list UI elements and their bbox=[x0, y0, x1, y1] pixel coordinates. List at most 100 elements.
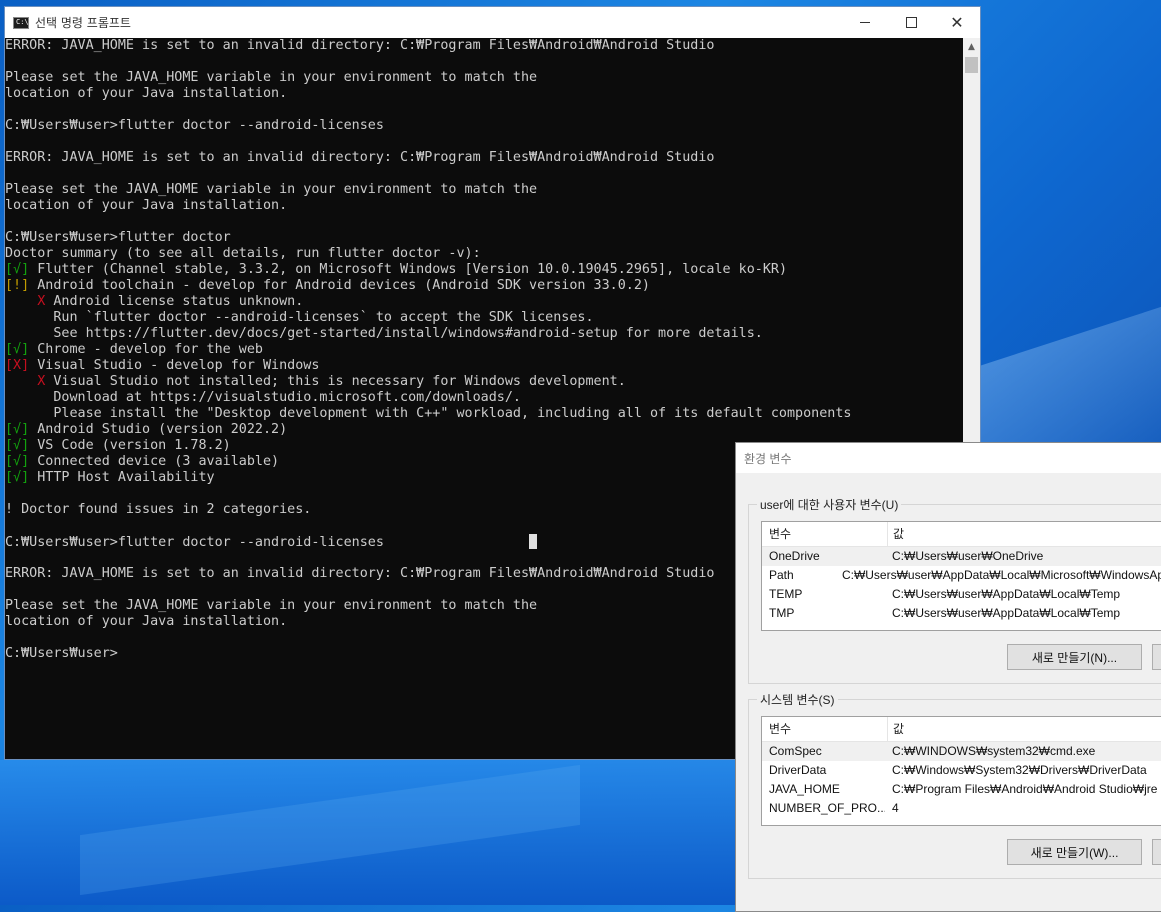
system-variables-list[interactable]: 변수 값 ComSpec C:₩WINDOWS₩system32₩cmd.exe D… bbox=[761, 716, 1161, 826]
console-text: C:₩Users₩user> bbox=[5, 646, 118, 661]
column-header-value[interactable]: 값 bbox=[888, 717, 904, 741]
console-text: Flutter (Channel stable, 3.3.2, on Micro… bbox=[29, 262, 788, 277]
column-header-name[interactable]: 변수 bbox=[762, 522, 888, 546]
console-text: location of your Java installation. bbox=[5, 614, 288, 629]
console-text: Android toolchain - develop for Android … bbox=[29, 278, 650, 293]
minimize-button[interactable] bbox=[842, 7, 888, 38]
maximize-button[interactable] bbox=[888, 7, 934, 38]
console-line: [!] Android toolchain - develop for Andr… bbox=[5, 278, 963, 294]
variable-value: C:₩Windows₩System32₩Drivers₩DriverData bbox=[892, 763, 1147, 777]
console-text: [X] bbox=[5, 358, 30, 373]
variable-value: C:₩Users₩user₩AppData₩Local₩Temp bbox=[892, 606, 1121, 620]
console-text: HTTP Host Availability bbox=[29, 470, 215, 485]
scroll-up-arrow-icon[interactable]: ▲ bbox=[963, 38, 980, 55]
variable-value: C:₩Users₩user₩OneDrive bbox=[892, 549, 1044, 563]
system-new-button[interactable]: 새로 만들기(W)... bbox=[1007, 839, 1142, 865]
list-header: 변수 값 bbox=[762, 522, 1161, 547]
close-button[interactable]: ✕ bbox=[934, 7, 980, 38]
console-text: [√] bbox=[5, 454, 30, 469]
console-line: Download at https://visualstudio.microso… bbox=[5, 390, 963, 406]
console-line: Doctor summary (to see all details, run … bbox=[5, 246, 963, 262]
console-text: Chrome - develop for the web bbox=[29, 342, 263, 357]
console-text: Download at https://visualstudio.microso… bbox=[5, 390, 521, 405]
console-line: Please set the JAVA_HOME variable in you… bbox=[5, 70, 963, 86]
console-line: ERROR: JAVA_HOME is set to an invalid di… bbox=[5, 150, 963, 166]
column-header-value[interactable]: 값 bbox=[888, 522, 904, 546]
console-line: [√] Flutter (Channel stable, 3.3.2, on M… bbox=[5, 262, 963, 278]
console-text: Visual Studio - develop for Windows bbox=[29, 358, 320, 373]
console-line: Please install the "Desktop development … bbox=[5, 406, 963, 422]
variable-name: NUMBER_OF_PRO... bbox=[769, 801, 885, 815]
variable-row[interactable]: DriverData C:₩Windows₩System32₩Drivers₩Dr… bbox=[762, 761, 1161, 780]
console-line: See https://flutter.dev/docs/get-started… bbox=[5, 326, 963, 342]
cmd-app-icon-glyph: C:\ bbox=[16, 17, 29, 26]
user-edit-button[interactable] bbox=[1152, 644, 1161, 670]
variable-row[interactable]: JAVA_HOME C:₩Program Files₩Android₩Androi… bbox=[762, 780, 1161, 799]
console-text: [!] bbox=[5, 278, 30, 293]
console-text: ! Doctor found issues in 2 categories. bbox=[5, 502, 312, 517]
variable-row[interactable]: TEMP C:₩Users₩user₩AppData₩Local₩Temp bbox=[762, 585, 1161, 604]
scroll-thumb[interactable] bbox=[965, 57, 978, 73]
variable-value: 4 bbox=[892, 801, 899, 815]
env-dialog-titlebar[interactable]: 환경 변수 bbox=[736, 443, 1161, 473]
env-dialog-title: 환경 변수 bbox=[744, 451, 792, 466]
console-text: [√] bbox=[5, 438, 30, 453]
console-text: C:₩Users₩user>flutter doctor --android-l… bbox=[5, 535, 384, 550]
console-line: C:₩Users₩user>flutter doctor --android-l… bbox=[5, 118, 963, 134]
console-text: Android license status unknown. bbox=[45, 294, 304, 309]
console-line: [X] Visual Studio - develop for Windows bbox=[5, 358, 963, 374]
console-line: X Android license status unknown. bbox=[5, 294, 963, 310]
variable-value: C:₩WINDOWS₩system32₩cmd.exe bbox=[892, 744, 1096, 758]
variable-name: DriverData bbox=[769, 763, 827, 777]
user-new-button[interactable]: 새로 만들기(N)... bbox=[1007, 644, 1142, 670]
column-header-name[interactable]: 변수 bbox=[762, 717, 888, 741]
variable-name: TEMP bbox=[769, 587, 803, 601]
window-controls: ✕ bbox=[842, 7, 980, 38]
variable-row[interactable]: Path C:₩Users₩user₩AppData₩Local₩Microsof… bbox=[762, 566, 1161, 585]
close-icon: ✕ bbox=[950, 13, 964, 32]
system-edit-button[interactable] bbox=[1152, 839, 1161, 865]
console-text: Visual Studio not installed; this is nec… bbox=[45, 374, 626, 389]
console-text: ERROR: JAVA_HOME is set to an invalid di… bbox=[5, 38, 715, 53]
console-text: location of your Java installation. bbox=[5, 198, 288, 213]
variable-row[interactable]: NUMBER_OF_PRO... 4 bbox=[762, 799, 1161, 818]
console-text: [√] bbox=[5, 422, 30, 437]
variable-name: ComSpec bbox=[769, 744, 822, 758]
console-text: See https://flutter.dev/docs/get-started… bbox=[5, 326, 763, 341]
variable-row[interactable]: TMP C:₩Users₩user₩AppData₩Local₩Temp bbox=[762, 604, 1161, 623]
variable-value: C:₩Users₩user₩AppData₩Local₩Temp bbox=[892, 587, 1121, 601]
variable-row[interactable]: OneDrive C:₩Users₩user₩OneDrive bbox=[762, 547, 1161, 566]
console-text: Please install the "Desktop development … bbox=[5, 406, 852, 421]
console-line: ERROR: JAVA_HOME is set to an invalid di… bbox=[5, 38, 963, 54]
console-text: ERROR: JAVA_HOME is set to an invalid di… bbox=[5, 566, 715, 581]
variable-row[interactable]: ComSpec C:₩WINDOWS₩system32₩cmd.exe bbox=[762, 742, 1161, 761]
console-text: Android Studio (version 2022.2) bbox=[29, 422, 288, 437]
console-text: ERROR: JAVA_HOME is set to an invalid di… bbox=[5, 150, 715, 165]
console-line: X Visual Studio not installed; this is n… bbox=[5, 374, 963, 390]
console-text: Run `flutter doctor --android-licenses` … bbox=[5, 310, 594, 325]
console-text: C:₩Users₩user>flutter doctor --android-l… bbox=[5, 118, 384, 133]
variable-name: TMP bbox=[769, 606, 795, 620]
user-variables-label: user에 대한 사용자 변수(U) bbox=[757, 496, 902, 513]
cmd-app-icon[interactable]: C:\ bbox=[13, 16, 29, 29]
console-line: C:₩Users₩user>flutter doctor bbox=[5, 230, 963, 246]
cmd-titlebar[interactable]: C:\ 선택 명령 프롬프트 ✕ bbox=[5, 7, 980, 38]
variable-value: C:₩Users₩user₩AppData₩Local₩Microsoft₩Wi… bbox=[841, 568, 1161, 582]
cmd-window-title: 선택 명령 프롬프트 bbox=[35, 16, 131, 30]
console-text: Please set the JAVA_HOME variable in you… bbox=[5, 598, 538, 613]
env-variables-dialog[interactable]: 환경 변수 user에 대한 사용자 변수(U) 변수 값 OneDrive C:… bbox=[735, 442, 1161, 912]
console-text: [√] bbox=[5, 470, 30, 485]
console-text: Doctor summary (to see all details, run … bbox=[5, 246, 481, 261]
console-text: Please set the JAVA_HOME variable in you… bbox=[5, 182, 538, 197]
variable-name: JAVA_HOME bbox=[769, 782, 840, 796]
user-variables-list[interactable]: 변수 값 OneDrive C:₩Users₩user₩OneDrive Path C… bbox=[761, 521, 1161, 631]
text-cursor bbox=[529, 534, 538, 549]
console-line: [√] Android Studio (version 2022.2) bbox=[5, 422, 963, 438]
console-text: [√] bbox=[5, 262, 30, 277]
